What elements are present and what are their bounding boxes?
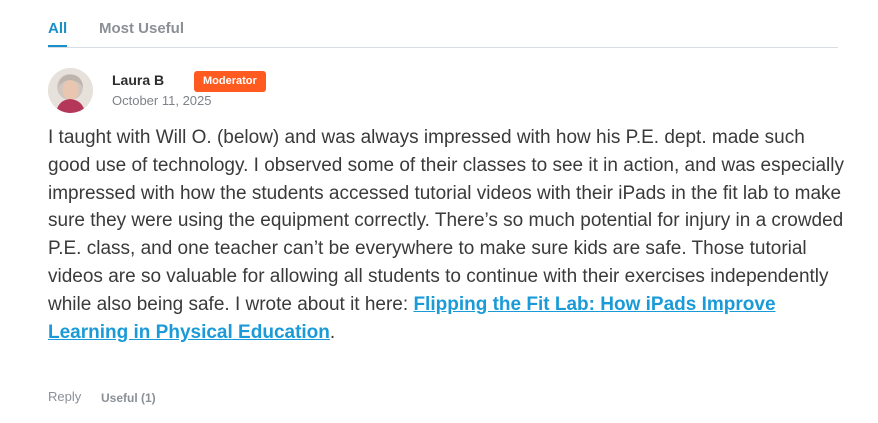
comment-body: I taught with Will O. (below) and was al… bbox=[48, 124, 848, 346]
avatar-portrait-icon bbox=[48, 68, 93, 113]
moderator-badge: Moderator bbox=[194, 71, 266, 92]
comment-filter-tabs: All Most Useful bbox=[48, 0, 838, 48]
tab-most-useful[interactable]: Most Useful bbox=[99, 20, 184, 37]
tab-all[interactable]: All bbox=[48, 20, 68, 47]
comment-author-name[interactable]: Laura B bbox=[112, 72, 164, 88]
comment-date: October 11, 2025 bbox=[112, 93, 212, 108]
useful-button[interactable]: Useful (1) bbox=[101, 391, 156, 405]
tab-all-label: All bbox=[48, 20, 68, 37]
comment-text: I taught with Will O. (below) and was al… bbox=[48, 127, 844, 315]
reply-button[interactable]: Reply bbox=[48, 389, 81, 404]
avatar[interactable] bbox=[48, 68, 93, 113]
active-tab-underline bbox=[48, 45, 68, 47]
comment-text-end: . bbox=[329, 321, 336, 343]
